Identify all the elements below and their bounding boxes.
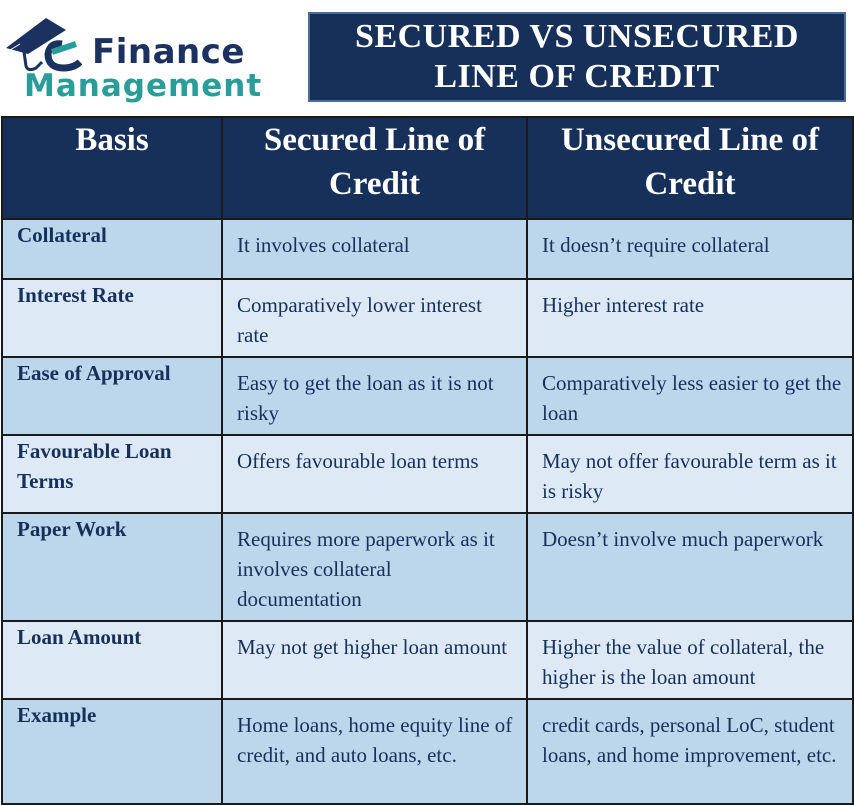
secured-cell: Home loans, home equity line of credit, … — [221, 698, 528, 805]
unsecured-cell: Comparatively less easier to get the loa… — [526, 356, 854, 436]
basis-cell: Ease of Approval — [1, 356, 223, 436]
page-title: SECURED VS UNSECURED LINE OF CREDIT — [308, 12, 846, 102]
secured-cell: Comparatively lower interest rate — [221, 278, 528, 358]
header-secured: Secured Line of Credit — [221, 116, 528, 220]
unsecured-cell: Higher interest rate — [526, 278, 854, 358]
table-row: Paper Work Requires more paperwork as it… — [1, 512, 854, 622]
secured-cell: May not get higher loan amount — [221, 620, 528, 700]
table-row: Loan Amount May not get higher loan amou… — [1, 620, 854, 700]
title-line-1: SECURED VS UNSECURED — [355, 18, 799, 55]
header-basis: Basis — [1, 116, 223, 220]
basis-cell: Example — [1, 698, 223, 805]
header-unsecured: Unsecured Line of Credit — [526, 116, 854, 220]
table-row: Ease of Approval Easy to get the loan as… — [1, 356, 854, 436]
secured-cell: Offers favourable loan terms — [221, 434, 528, 514]
table-row: Collateral It involves collateral It doe… — [1, 218, 854, 280]
graduation-cap-icon — [6, 18, 82, 72]
basis-cell: Paper Work — [1, 512, 223, 622]
basis-cell: Collateral — [1, 218, 223, 280]
table-row: Example Home loans, home equity line of … — [1, 698, 854, 805]
unsecured-cell: Higher the value of collateral, the high… — [526, 620, 854, 700]
unsecured-cell: Doesn’t involve much paperwork — [526, 512, 854, 622]
secured-cell: Easy to get the loan as it is not risky — [221, 356, 528, 436]
table-header-row: Basis Secured Line of Credit Unsecured L… — [1, 116, 854, 220]
comparison-table: Basis Secured Line of Credit Unsecured L… — [1, 116, 854, 805]
basis-cell: Interest Rate — [1, 278, 223, 358]
logo: Finance Management — [0, 10, 300, 105]
secured-cell: Requires more paperwork as it involves c… — [221, 512, 528, 622]
logo-finance-text: Finance — [92, 32, 245, 72]
basis-cell: Favourable Loan Terms — [1, 434, 223, 514]
unsecured-cell: May not offer favourable term as it is r… — [526, 434, 854, 514]
logo-management-text: Management — [24, 68, 263, 104]
title-line-2: LINE OF CREDIT — [434, 58, 720, 95]
unsecured-cell: It doesn’t require collateral — [526, 218, 854, 280]
secured-cell: It involves collateral — [221, 218, 528, 280]
basis-cell: Loan Amount — [1, 620, 223, 700]
table-row: Interest Rate Comparatively lower intere… — [1, 278, 854, 358]
unsecured-cell: credit cards, personal LoC, student loan… — [526, 698, 854, 805]
table-row: Favourable Loan Terms Offers favourable … — [1, 434, 854, 514]
